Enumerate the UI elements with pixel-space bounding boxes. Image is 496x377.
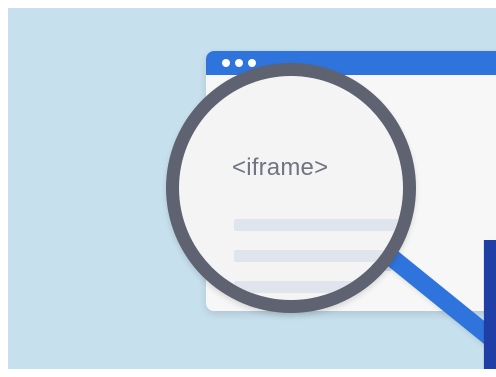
dark-blue-corner-shape <box>484 240 496 369</box>
magnified-line-1 <box>234 219 403 231</box>
magnifying-glass-icon: <iframe> <box>166 63 416 313</box>
illustration-canvas: <iframe> <box>0 0 496 377</box>
magnifier-lens: <iframe> <box>179 76 403 300</box>
magnified-line-3 <box>234 281 403 293</box>
iframe-label: <iframe> <box>232 154 329 181</box>
window-control-dot-3 <box>248 59 256 67</box>
light-blue-background: <iframe> <box>8 8 496 369</box>
window-control-dot-1 <box>222 59 230 67</box>
magnified-line-2 <box>234 250 403 262</box>
window-control-dot-2 <box>235 59 243 67</box>
